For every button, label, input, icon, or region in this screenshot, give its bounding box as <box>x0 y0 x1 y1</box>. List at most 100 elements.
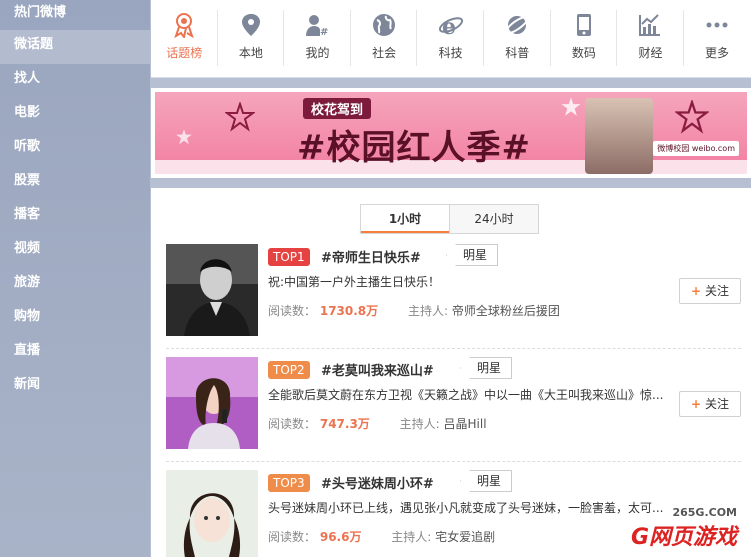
svg-text:e: e <box>442 14 456 38</box>
topic-thumbnail[interactable] <box>166 244 258 336</box>
nav-item-society[interactable]: 社会 <box>351 0 418 78</box>
nav-label: 科普 <box>505 46 530 60</box>
sidebar-item-video[interactable]: 视频 <box>0 234 150 268</box>
phone-icon <box>576 14 591 36</box>
banner-image: 校花驾到 #校园红人季# 微博校园 weibo.com <box>155 92 747 174</box>
plus-icon: + <box>690 284 702 298</box>
nav-item-mine[interactable]: # 我的 <box>284 0 351 78</box>
nav-label: 更多 <box>705 46 730 60</box>
star-icon <box>225 102 255 132</box>
read-count-label: 阅读数： <box>268 530 317 544</box>
nav-label: 本地 <box>238 46 263 60</box>
banner-photo <box>585 98 653 174</box>
nav-label: 社会 <box>372 46 397 60</box>
rank-badge: TOP3 <box>268 474 310 492</box>
host-name[interactable]: 宅女爱追剧 <box>435 530 495 544</box>
promo-banner[interactable]: 校花驾到 #校园红人季# 微博校园 weibo.com <box>151 88 751 178</box>
sidebar-item-hot-weibo[interactable]: 热门微博 <box>0 0 150 30</box>
left-sidebar: 热门微博 微话题 找人 电影 听歌 股票 播客 视频 旅游 购物 直播 新闻 <box>0 0 150 557</box>
medal-icon <box>174 13 195 38</box>
nav-item-local[interactable]: 本地 <box>218 0 285 78</box>
nav-label: 话题榜 <box>166 46 203 60</box>
location-pin-icon <box>241 14 260 36</box>
time-range-tabs: 1小时 24小时 <box>360 204 539 234</box>
topic-description: 祝:中国第一户外主播生日快乐！ <box>268 275 441 289</box>
host-name[interactable]: 帝师全球粉丝后援团 <box>452 304 560 318</box>
category-nav: 话题榜 本地 # 我的 社会 e 科技 科普 数码 财经 更多 <box>151 0 751 78</box>
follow-label: 关注 <box>705 284 730 298</box>
rank-badge: TOP2 <box>268 361 310 379</box>
tab-1-hour[interactable]: 1小时 <box>361 205 449 233</box>
globe-icon <box>373 14 396 36</box>
category-tag[interactable]: 明星 <box>460 357 513 379</box>
nav-item-finance[interactable]: 财经 <box>617 0 684 78</box>
trend-chart-icon <box>639 14 661 36</box>
host-label: 主持人: <box>399 417 440 431</box>
nav-label: 科技 <box>438 46 463 60</box>
divider <box>166 348 741 349</box>
site-watermark: 265G.COM G网页游戏 <box>631 506 737 551</box>
topic-title[interactable]: #帝师生日快乐# <box>321 247 421 266</box>
topic-item: TOP2 #老莫叫我来巡山# 明星 全能歌后莫文蔚在东方卫视《天籁之战》中以一曲… <box>166 357 741 449</box>
ie-logo-icon: e <box>438 14 463 38</box>
nav-label: 财经 <box>638 46 663 60</box>
topic-thumbnail[interactable] <box>166 470 258 557</box>
star-icon <box>675 100 709 134</box>
banner-title: #校园红人季# <box>297 128 531 168</box>
topic-description: 头号迷妹周小环已上线，遇见张小凡就变成了头号迷妹，一脸害羞，太可... <box>268 501 664 515</box>
topic-meta: 阅读数： 1730.8万 主持人: 帝师全球粉丝后援团 <box>268 302 560 319</box>
topic-title[interactable]: #老莫叫我来巡山# <box>321 360 434 379</box>
watermark-url: 265G.COM <box>672 506 737 519</box>
host-label: 主持人: <box>407 304 449 318</box>
planet-icon <box>505 15 530 35</box>
weibo-campus-logo: 微博校园 weibo.com <box>653 141 739 156</box>
category-tag[interactable]: 明星 <box>446 244 499 266</box>
divider <box>166 461 741 462</box>
read-count: 747.3万 <box>319 417 370 431</box>
sidebar-item-podcast[interactable]: 播客 <box>0 200 150 234</box>
sidebar-item-music[interactable]: 听歌 <box>0 132 150 166</box>
rank-badge: TOP1 <box>268 248 310 266</box>
read-count: 1730.8万 <box>319 304 379 318</box>
sidebar-item-topics[interactable]: 微话题 <box>0 30 150 64</box>
topic-ranking-panel: 1小时 24小时 TOP1 #帝师生日快乐# 明星 祝:中国第一户外主播生日快乐… <box>151 188 751 557</box>
nav-label: 数码 <box>571 46 596 60</box>
sidebar-item-movies[interactable]: 电影 <box>0 98 150 132</box>
plus-icon: + <box>690 397 702 411</box>
star-icon <box>176 129 192 145</box>
category-tag[interactable]: 明星 <box>460 470 513 492</box>
topic-item: TOP1 #帝师生日快乐# 明星 祝:中国第一户外主播生日快乐！ 阅读数： 17… <box>166 244 741 336</box>
read-count: 96.6万 <box>319 530 362 544</box>
svg-text:#: # <box>320 27 328 38</box>
host-name[interactable]: 吕晶Hill <box>444 417 487 431</box>
nav-item-topic-ranking[interactable]: 话题榜 <box>151 0 218 78</box>
topic-meta: 阅读数： 96.6万 主持人: 宅女爱追剧 <box>268 528 495 545</box>
nav-item-science[interactable]: 科普 <box>484 0 551 78</box>
more-dots-icon <box>706 22 728 28</box>
topic-description: 全能歌后莫文蔚在东方卫视《天籁之战》中以一曲《大王叫我来巡山》惊... <box>268 388 664 402</box>
banner-subtitle: 校花驾到 <box>303 98 372 119</box>
sidebar-item-shopping[interactable]: 购物 <box>0 302 150 336</box>
user-hash-icon: # <box>306 15 329 38</box>
watermark-brand: G网页游戏 <box>630 525 737 550</box>
tab-24-hours[interactable]: 24小时 <box>449 205 538 233</box>
sidebar-item-news[interactable]: 新闻 <box>0 370 150 404</box>
sidebar-item-find-people[interactable]: 找人 <box>0 64 150 98</box>
sidebar-item-live[interactable]: 直播 <box>0 336 150 370</box>
topic-meta: 阅读数： 747.3万 主持人: 吕晶Hill <box>268 415 487 432</box>
follow-button[interactable]: + 关注 <box>679 391 741 417</box>
nav-label: 我的 <box>305 46 330 60</box>
nav-item-more[interactable]: 更多 <box>684 0 751 78</box>
topic-title[interactable]: #头号迷妹周小环# <box>321 473 434 492</box>
read-count-label: 阅读数： <box>268 304 317 318</box>
star-icon <box>561 97 581 116</box>
nav-item-tech[interactable]: e 科技 <box>417 0 484 78</box>
sidebar-item-stocks[interactable]: 股票 <box>0 166 150 200</box>
host-label: 主持人: <box>391 530 432 544</box>
read-count-label: 阅读数： <box>268 417 317 431</box>
follow-label: 关注 <box>705 397 730 411</box>
topic-thumbnail[interactable] <box>166 357 258 449</box>
sidebar-item-travel[interactable]: 旅游 <box>0 268 150 302</box>
follow-button[interactable]: + 关注 <box>679 278 741 304</box>
nav-item-digital[interactable]: 数码 <box>551 0 618 78</box>
